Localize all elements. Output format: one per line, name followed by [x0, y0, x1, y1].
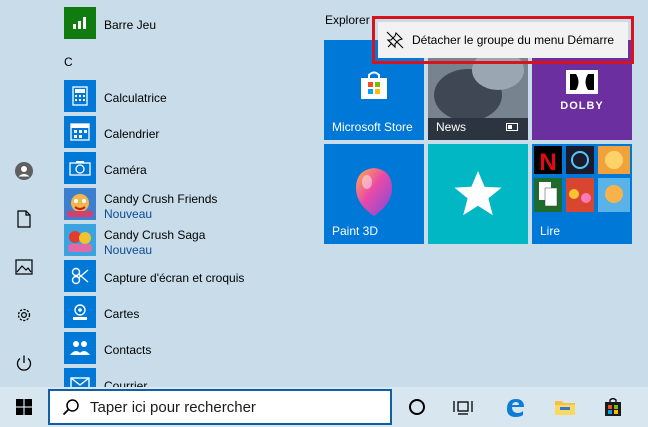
app-name: Calculatrice [104, 91, 167, 105]
snip-sketch-icon [64, 260, 96, 292]
app-name: Capture d'écran et croquis [104, 271, 245, 285]
app-name: Candy Crush Friends [104, 192, 218, 206]
paint-3d-icon [356, 168, 392, 216]
tile-group-title[interactable]: Explorer [325, 13, 370, 27]
candy-crush-saga-icon [64, 224, 96, 256]
power-button[interactable] [0, 343, 48, 383]
gear-icon [17, 308, 31, 322]
calendar-icon [64, 116, 96, 148]
app-list: Barre Jeu C Calculatrice Calendrier Camé… [48, 0, 310, 387]
news-badge-icon [506, 123, 518, 131]
taskbar-search-box[interactable]: Taper ici pour rechercher [48, 389, 392, 425]
calculator-icon [64, 80, 96, 112]
user-icon [15, 162, 33, 180]
app-name: Contacts [104, 343, 152, 357]
task-view-button[interactable] [440, 387, 486, 427]
app-item-candy-crush-saga[interactable]: Candy Crush Saga Nouveau [64, 222, 304, 257]
svg-text:N: N [539, 149, 556, 176]
folder-icon [555, 401, 575, 415]
user-account-button[interactable] [0, 151, 48, 191]
app-item-calendrier[interactable]: Calendrier [64, 114, 304, 148]
star-icon [454, 171, 502, 216]
tile-label: Microsoft Store [332, 120, 413, 134]
app-item-calculatrice[interactable]: Calculatrice [64, 78, 304, 112]
app-name: Courrier [104, 379, 148, 387]
search-icon [62, 399, 79, 416]
play-games-collage: N [534, 146, 630, 212]
app-item-capture[interactable]: Capture d'écran et croquis [64, 258, 304, 292]
app-item-cartes[interactable]: Cartes [64, 294, 304, 328]
cortana-button[interactable] [394, 387, 440, 427]
dolby-logo-icon [566, 70, 598, 94]
app-item-barre-jeu[interactable]: Barre Jeu [64, 5, 304, 39]
tile-favorites[interactable] [428, 144, 528, 244]
cortana-circle-icon [409, 399, 425, 415]
app-item-camera[interactable]: Caméra [64, 150, 304, 184]
maps-icon [64, 296, 96, 328]
app-name: Barre Jeu [104, 18, 157, 32]
app-name: Caméra [104, 163, 147, 177]
new-badge: Nouveau [104, 207, 153, 221]
app-name: Calendrier [104, 127, 160, 141]
section-letter-c[interactable]: C [64, 55, 73, 69]
edge-browser-button[interactable] [492, 387, 538, 427]
tile-label: News [436, 120, 467, 134]
mail-icon [64, 368, 96, 387]
candy-crush-friends-icon [64, 188, 96, 220]
app-item-contacts[interactable]: Contacts [64, 330, 304, 364]
tile-label: Lire [540, 224, 561, 238]
unpin-icon [386, 31, 404, 49]
store-bag-icon [361, 71, 387, 99]
app-item-courrier[interactable]: Courrier [64, 366, 304, 387]
settings-button[interactable] [0, 295, 48, 335]
search-placeholder: Taper ici pour rechercher [90, 398, 256, 416]
documents-button[interactable] [0, 199, 48, 239]
camera-icon [64, 152, 96, 184]
document-icon [17, 210, 31, 228]
app-name: Cartes [104, 307, 140, 321]
xbox-game-bar-icon [64, 7, 96, 39]
task-view-icon [453, 401, 473, 415]
store-bag-icon [605, 397, 621, 416]
power-icon [16, 355, 32, 371]
app-item-candy-crush-friends[interactable]: Candy Crush Friends Nouveau [64, 186, 304, 221]
tile-paint-3d[interactable]: Paint 3D [324, 144, 424, 244]
windows-logo-icon [16, 399, 32, 415]
file-explorer-button[interactable] [542, 387, 588, 427]
dolby-wordmark: DOLBY [560, 100, 604, 112]
edge-icon [507, 399, 524, 417]
app-name: Candy Crush Saga [104, 228, 206, 242]
start-left-rail [0, 0, 48, 387]
context-menu-item-label: Détacher le groupe du menu Démarre [412, 33, 615, 47]
contacts-icon [64, 332, 96, 364]
start-button[interactable] [0, 387, 48, 427]
tile-label: Paint 3D [332, 224, 379, 238]
context-menu-unpin-group[interactable]: Détacher le groupe du menu Démarre [378, 22, 628, 58]
tile-play[interactable]: N Lire [532, 144, 632, 244]
pictures-button[interactable] [0, 247, 48, 287]
picture-icon [15, 259, 33, 275]
new-badge: Nouveau [104, 243, 153, 257]
store-taskbar-button[interactable] [590, 387, 636, 427]
